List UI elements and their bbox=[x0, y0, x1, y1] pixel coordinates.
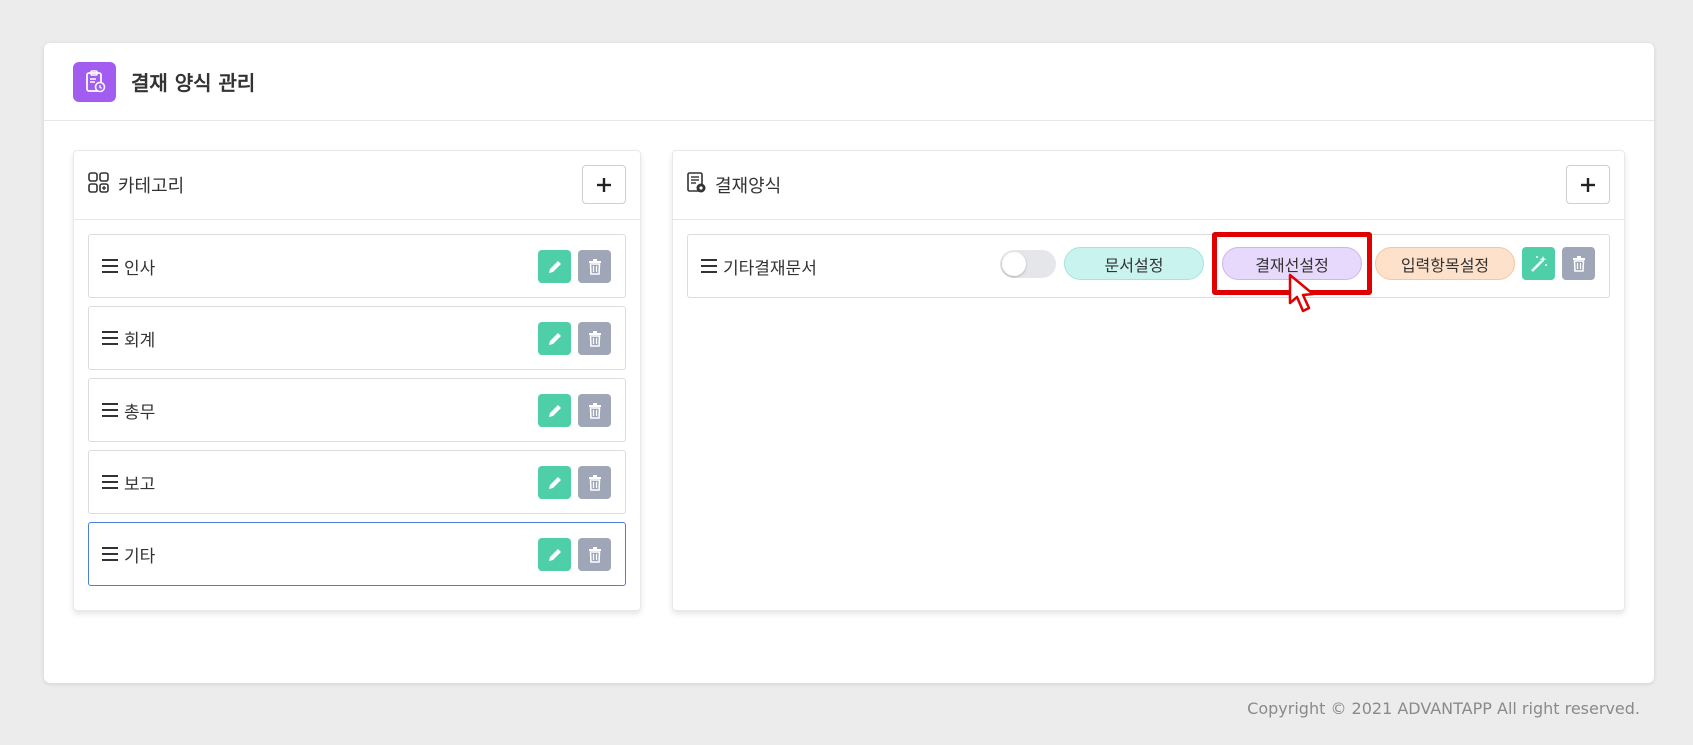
form-active-toggle[interactable] bbox=[1000, 249, 1056, 278]
trash-icon bbox=[588, 474, 601, 491]
category-list: 인사 회계 총무 보고 기타 bbox=[74, 220, 640, 586]
trash-icon bbox=[588, 402, 601, 419]
trash-icon bbox=[588, 330, 601, 347]
trash-icon bbox=[588, 546, 601, 563]
category-label: 회계 bbox=[124, 330, 156, 351]
magic-wand-icon bbox=[1530, 255, 1547, 272]
drag-handle-icon[interactable] bbox=[701, 259, 717, 273]
grid-icon bbox=[88, 172, 110, 198]
form-panel-header: 결재양식 bbox=[673, 151, 1624, 220]
category-item-3[interactable]: 보고 bbox=[88, 450, 626, 514]
drag-handle-icon[interactable] bbox=[102, 475, 118, 489]
edit-button[interactable] bbox=[538, 538, 571, 571]
magic-wand-button[interactable] bbox=[1522, 247, 1555, 280]
trash-icon bbox=[588, 258, 601, 275]
page-title: 결재 양식 관리 bbox=[131, 71, 256, 95]
category-item-1[interactable]: 회계 bbox=[88, 306, 626, 370]
delete-button[interactable] bbox=[1562, 247, 1595, 280]
edit-button[interactable] bbox=[538, 466, 571, 499]
mouse-cursor-icon bbox=[1288, 273, 1315, 313]
delete-button[interactable] bbox=[578, 394, 611, 427]
drag-handle-icon[interactable] bbox=[102, 403, 118, 417]
drag-handle-icon[interactable] bbox=[102, 331, 118, 345]
category-label: 총무 bbox=[124, 402, 156, 423]
highlight-box: 결재선설정 bbox=[1212, 232, 1372, 313]
trash-icon bbox=[1572, 255, 1585, 272]
form-label: 기타결재문서 bbox=[723, 258, 817, 279]
category-label: 보고 bbox=[124, 474, 156, 495]
category-panel-title: 카테고리 bbox=[118, 176, 185, 197]
edit-button[interactable] bbox=[538, 394, 571, 427]
pencil-icon bbox=[548, 476, 561, 489]
drag-handle-icon[interactable] bbox=[102, 547, 118, 561]
pencil-icon bbox=[548, 332, 561, 345]
delete-button[interactable] bbox=[578, 322, 611, 355]
copyright-text: Copyright © 2021 ADVANTAPP All right res… bbox=[1247, 699, 1640, 718]
form-panel: 결재양식 기타결재문서 문서설정 결재선설정 입력항목설정 bbox=[672, 150, 1625, 611]
add-category-button[interactable] bbox=[582, 165, 626, 204]
toggle-knob bbox=[1002, 251, 1026, 276]
category-panel: 카테고리 인사 회계 총무 보고 기타 bbox=[73, 150, 641, 611]
delete-button[interactable] bbox=[578, 466, 611, 499]
pencil-icon bbox=[548, 260, 561, 273]
delete-button[interactable] bbox=[578, 250, 611, 283]
edit-button[interactable] bbox=[538, 250, 571, 283]
form-item-0[interactable]: 기타결재문서 문서설정 결재선설정 입력항목설정 bbox=[687, 232, 1610, 313]
category-item-4[interactable]: 기타 bbox=[88, 522, 626, 586]
page-header: 결재 양식 관리 bbox=[44, 43, 1654, 121]
delete-button[interactable] bbox=[578, 538, 611, 571]
pencil-icon bbox=[548, 404, 561, 417]
form-panel-title: 결재양식 bbox=[715, 176, 782, 197]
drag-handle-icon[interactable] bbox=[102, 259, 118, 273]
document-icon bbox=[687, 172, 707, 198]
category-panel-header: 카테고리 bbox=[74, 151, 640, 220]
clipboard-icon bbox=[73, 61, 116, 102]
edit-button[interactable] bbox=[538, 322, 571, 355]
category-item-2[interactable]: 총무 bbox=[88, 378, 626, 442]
add-form-button[interactable] bbox=[1566, 165, 1610, 204]
doc-settings-button[interactable]: 문서설정 bbox=[1064, 247, 1204, 280]
category-label: 기타 bbox=[124, 546, 156, 567]
category-label: 인사 bbox=[124, 258, 156, 279]
pencil-icon bbox=[548, 548, 561, 561]
category-item-0[interactable]: 인사 bbox=[88, 234, 626, 298]
plus-icon bbox=[597, 177, 611, 192]
plus-icon bbox=[1581, 177, 1595, 192]
main-card: 결재 양식 관리 카테고리 인사 회계 총무 보고 기타 결재양식 기타결재문서… bbox=[44, 43, 1654, 683]
input-fields-settings-button[interactable]: 입력항목설정 bbox=[1375, 247, 1515, 280]
